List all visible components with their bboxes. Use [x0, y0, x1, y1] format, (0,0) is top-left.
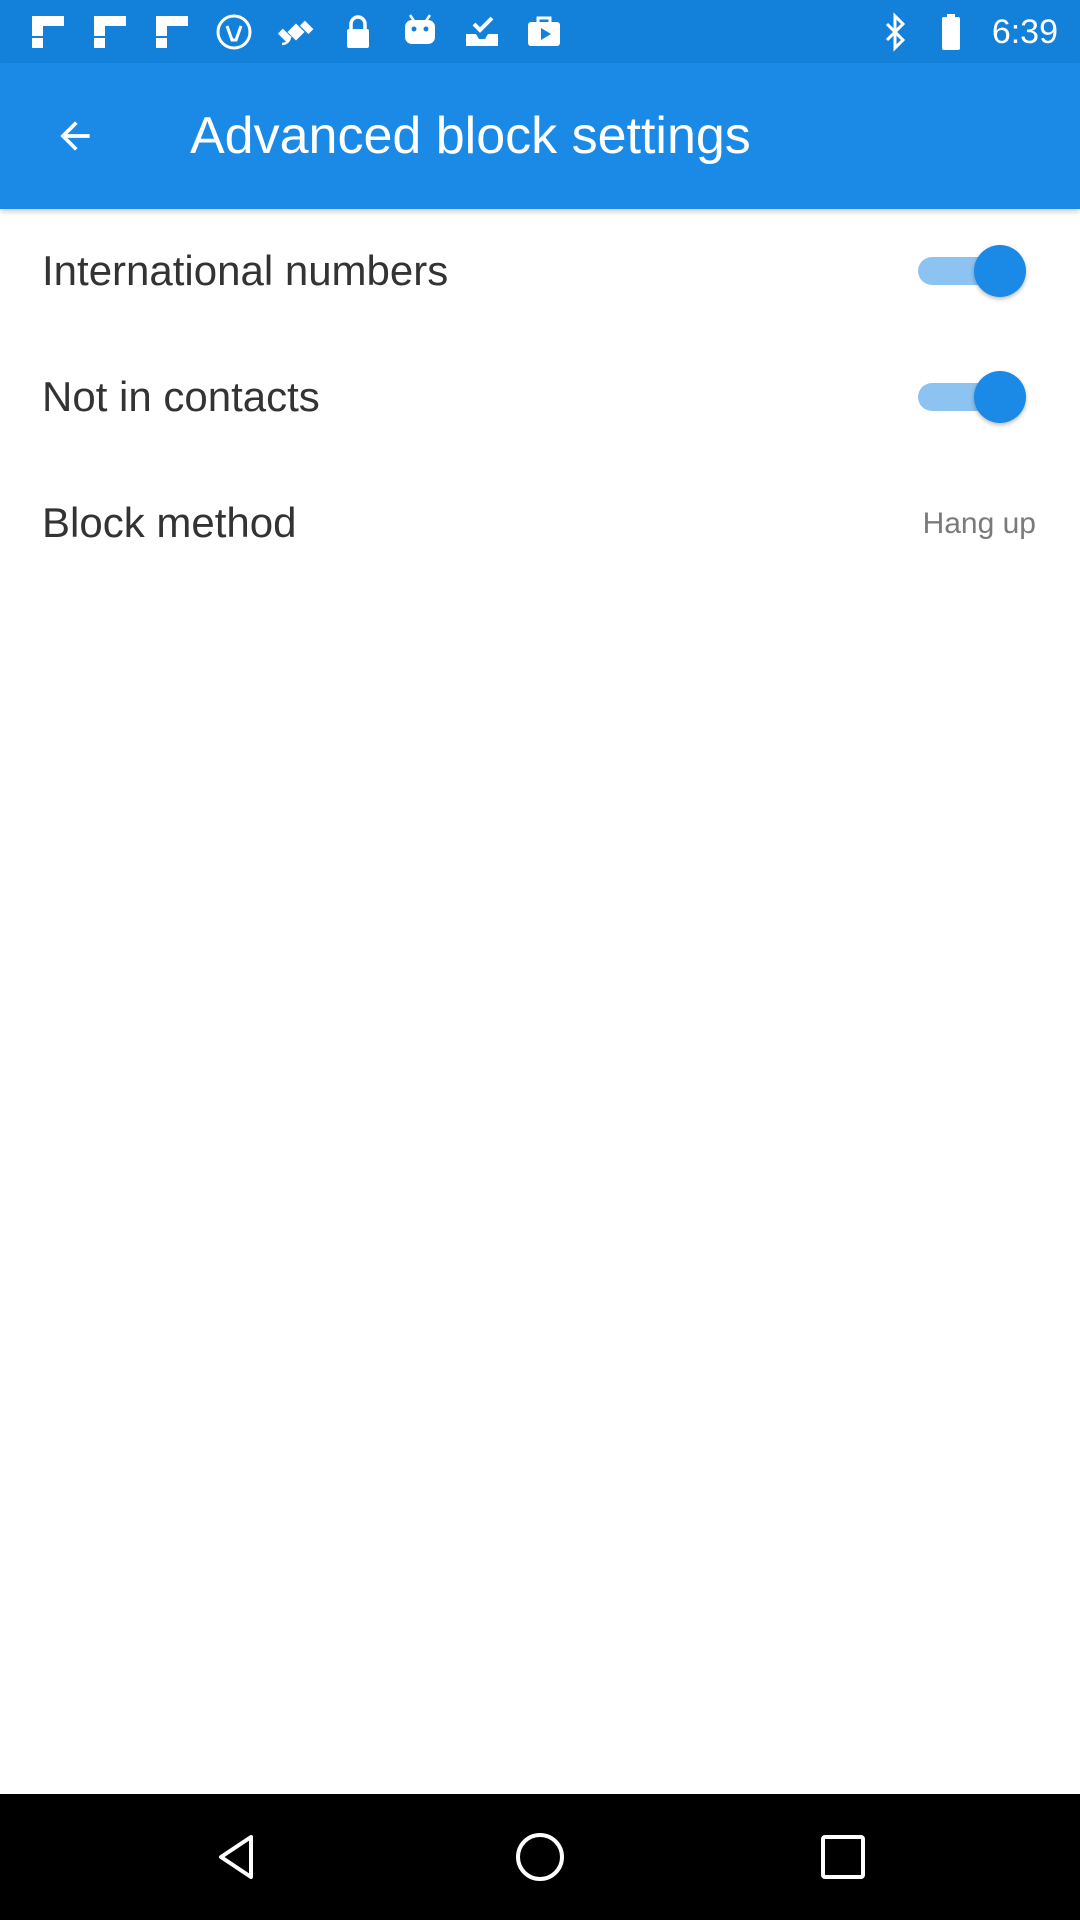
- app-bar: Advanced block settings: [0, 63, 1080, 209]
- wifi-access-icon: [216, 14, 252, 50]
- nav-recents-button[interactable]: [810, 1824, 876, 1890]
- not-in-contacts-label: Not in contacts: [42, 373, 320, 420]
- nav-home-button[interactable]: [507, 1824, 573, 1890]
- not-in-contacts-toggle[interactable]: [918, 369, 1026, 425]
- bluetooth-icon: [885, 12, 905, 52]
- flipboard-icon: [32, 16, 64, 48]
- status-bar: 6:39: [0, 0, 1080, 63]
- block-method-value: Hang up: [922, 507, 1036, 540]
- arrow-back-icon: [60, 121, 90, 151]
- android-icon: [405, 14, 435, 44]
- navigation-bar: [0, 1794, 1080, 1920]
- flipboard-icon: [94, 16, 126, 48]
- international-numbers-toggle[interactable]: [918, 243, 1026, 299]
- nav-back-button[interactable]: [204, 1824, 270, 1890]
- international-numbers-label: International numbers: [42, 247, 449, 294]
- briefcase-icon: [528, 16, 560, 46]
- flipboard-icon: [156, 16, 188, 48]
- page-title: Advanced block settings: [190, 107, 751, 165]
- notification-icons: [26, 12, 566, 52]
- toggle-thumb: [974, 371, 1026, 423]
- international-numbers-row[interactable]: International numbers: [0, 209, 1080, 335]
- lock-icon: [347, 15, 369, 48]
- block-method-row[interactable]: Block method Hang up: [0, 461, 1080, 587]
- back-triangle-icon: [219, 1835, 253, 1879]
- home-circle-icon: [516, 1833, 564, 1881]
- settings-list: International numbers Not in contacts Bl…: [0, 209, 1080, 587]
- battery-icon: [941, 14, 960, 50]
- toggle-thumb: [974, 245, 1026, 297]
- inbox-check-icon: [466, 16, 498, 46]
- recents-square-icon: [821, 1835, 865, 1879]
- block-method-label: Block method: [42, 499, 297, 546]
- not-in-contacts-row[interactable]: Not in contacts: [0, 335, 1080, 461]
- back-button[interactable]: [33, 94, 117, 178]
- fake-gps-icon: [277, 20, 314, 46]
- status-time: 6:39: [991, 13, 1058, 51]
- system-icons: 6:39: [880, 10, 1058, 54]
